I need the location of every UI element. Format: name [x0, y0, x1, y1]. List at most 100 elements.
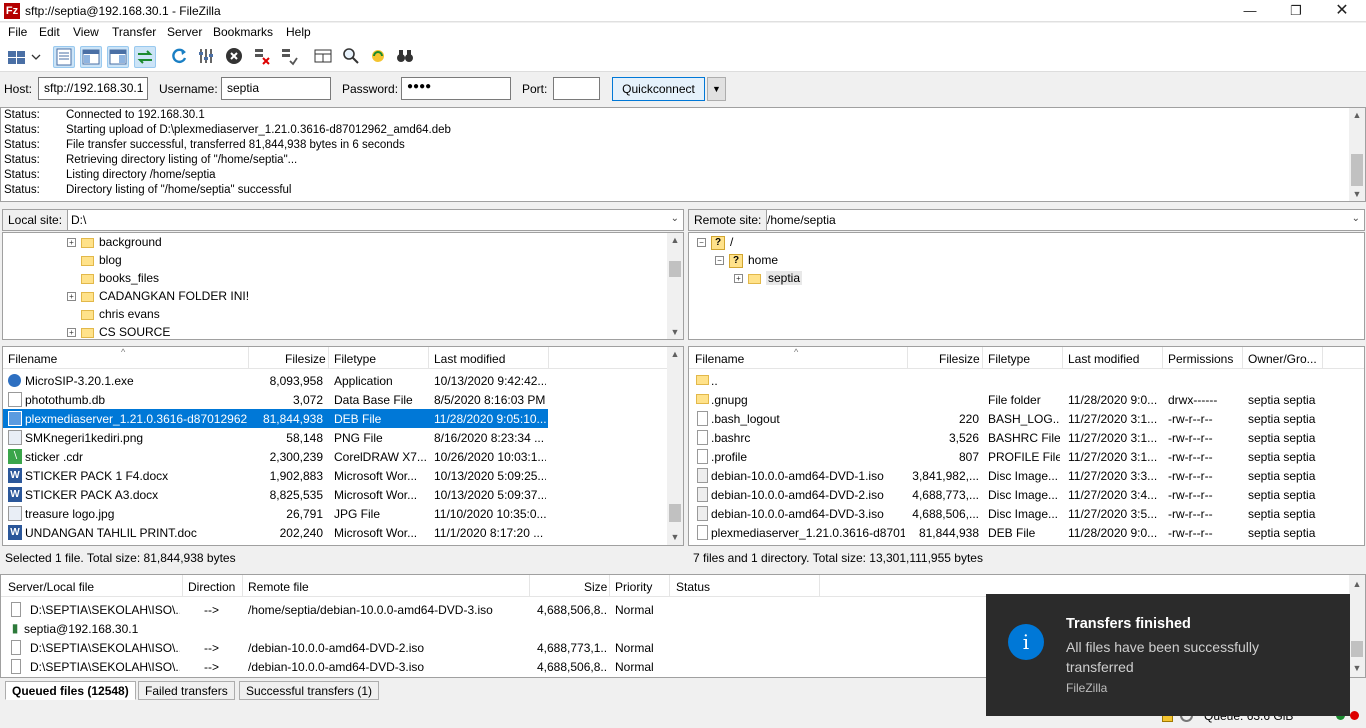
- refresh-icon[interactable]: [168, 46, 190, 68]
- file-row[interactable]: SMKnegeri1kediri.png 58,148 PNG File 8/16/2…: [3, 428, 683, 447]
- local-file-scrollbar[interactable]: ▲ ▼: [667, 347, 683, 545]
- menu-edit[interactable]: Edit: [39, 25, 60, 39]
- file-row[interactable]: treasure logo.jpg 26,791 JPG File 11/10/202…: [3, 504, 683, 523]
- menu-help[interactable]: Help: [286, 25, 311, 39]
- column-filesize[interactable]: Filesize: [939, 352, 980, 366]
- toggle-log-icon[interactable]: [53, 46, 75, 68]
- file-row[interactable]: .profile 807 PROFILE File 11/27/2020 3:1...…: [689, 447, 1364, 466]
- local-tree-scrollbar[interactable]: ▲ ▼: [667, 233, 683, 339]
- toggle-remote-tree-icon[interactable]: [107, 46, 129, 68]
- file-row[interactable]: .gnupg File folder 11/28/2020 9:0... drwx--…: [689, 390, 1364, 409]
- file-row[interactable]: W UNDANGAN TAHLIL PRINT.doc 202,240 Microso…: [3, 523, 683, 542]
- column-priority[interactable]: Priority: [615, 580, 652, 594]
- password-input[interactable]: ●●●●: [401, 77, 511, 100]
- column-server-local-file[interactable]: Server/Local file: [8, 580, 94, 594]
- scroll-up-icon[interactable]: ▲: [1349, 577, 1365, 591]
- tree-item[interactable]: books_files: [81, 271, 159, 289]
- scroll-down-icon[interactable]: ▼: [1349, 187, 1365, 201]
- chevron-down-icon[interactable]: ▼: [707, 77, 726, 101]
- scroll-thumb[interactable]: [669, 261, 681, 277]
- username-input[interactable]: septia: [221, 77, 331, 100]
- chevron-down-icon[interactable]: ⌄: [1352, 213, 1360, 224]
- tree-item[interactable]: + background: [67, 235, 162, 253]
- scroll-down-icon[interactable]: ▼: [667, 530, 683, 544]
- menu-file[interactable]: File: [8, 25, 27, 39]
- tree-item[interactable]: −? /: [697, 235, 733, 253]
- expand-icon[interactable]: +: [67, 328, 76, 338]
- queue-scrollbar[interactable]: ▲ ▼: [1349, 575, 1365, 677]
- tree-item[interactable]: + CS SOURCE: [67, 325, 170, 339]
- search-icon[interactable]: [340, 46, 362, 68]
- notification-toast[interactable]: i Transfers finished All files have been…: [986, 594, 1350, 716]
- disconnect-icon[interactable]: [251, 46, 273, 68]
- file-row[interactable]: .bashrc 3,526 BASHRC File 11/27/2020 3:1...…: [689, 428, 1364, 447]
- column-size[interactable]: Size: [584, 580, 607, 594]
- tree-item[interactable]: blog: [81, 253, 122, 271]
- tree-item[interactable]: + CADANGKAN FOLDER INI!: [67, 289, 249, 307]
- file-row[interactable]: ..: [689, 371, 1364, 390]
- minimize-icon[interactable]: —: [1227, 0, 1273, 22]
- tab-queued-files[interactable]: Queued files (12548): [5, 681, 136, 700]
- toggle-local-tree-icon[interactable]: [80, 46, 102, 68]
- tab-failed-transfers[interactable]: Failed transfers: [138, 681, 235, 700]
- quickconnect-button[interactable]: Quickconnect: [612, 77, 705, 101]
- scroll-thumb[interactable]: [669, 504, 681, 522]
- port-input[interactable]: [553, 77, 600, 100]
- binoculars-icon[interactable]: [394, 46, 416, 68]
- chevron-down-icon[interactable]: ⌄: [671, 213, 679, 224]
- column-filesize[interactable]: Filesize: [285, 352, 326, 366]
- cancel-operation-icon[interactable]: [223, 46, 245, 68]
- column-direction[interactable]: Direction: [188, 580, 235, 594]
- reconnect-icon[interactable]: [278, 46, 300, 68]
- local-site-path[interactable]: D:\: [71, 213, 86, 227]
- restore-icon[interactable]: ❐: [1273, 0, 1319, 22]
- tree-item[interactable]: chris evans: [81, 307, 160, 325]
- scroll-down-icon[interactable]: ▼: [1349, 661, 1365, 675]
- menu-bookmarks[interactable]: Bookmarks: [213, 25, 273, 39]
- column-permissions[interactable]: Permissions: [1168, 352, 1233, 366]
- scroll-down-icon[interactable]: ▼: [667, 325, 683, 339]
- close-icon[interactable]: ✕: [1319, 0, 1365, 22]
- file-row[interactable]: .bash_logout 220 BASH_LOG... 11/27/2020 3:1…: [689, 409, 1364, 428]
- expand-icon[interactable]: +: [734, 274, 743, 284]
- scroll-up-icon[interactable]: ▲: [667, 233, 683, 247]
- tab-successful-transfers[interactable]: Successful transfers (1): [239, 681, 380, 700]
- host-input[interactable]: sftp://192.168.30.1: [38, 77, 148, 100]
- file-row[interactable]: debian-10.0.0-amd64-DVD-2.iso 4,688,773,.…: [689, 485, 1364, 504]
- column-last-modified[interactable]: Last modified: [1068, 352, 1139, 366]
- synchronized-browsing-icon[interactable]: [367, 46, 389, 68]
- menu-transfer[interactable]: Transfer: [112, 25, 156, 39]
- directory-comparison-icon[interactable]: [312, 46, 334, 68]
- column-filename[interactable]: Filename: [695, 352, 744, 366]
- column-last-modified[interactable]: Last modified: [434, 352, 505, 366]
- file-row[interactable]: photothumb.db 3,072 Data Base File 8/5/2020…: [3, 390, 683, 409]
- expand-icon[interactable]: +: [67, 238, 76, 248]
- scroll-thumb[interactable]: [1351, 641, 1363, 657]
- log-scrollbar[interactable]: ▲ ▼: [1349, 108, 1365, 201]
- collapse-icon[interactable]: −: [715, 256, 724, 266]
- column-filetype[interactable]: Filetype: [334, 352, 376, 366]
- remote-site-path[interactable]: /home/septia: [767, 213, 836, 227]
- column-remote-file[interactable]: Remote file: [248, 580, 309, 594]
- filter-icon[interactable]: [195, 46, 217, 68]
- scroll-thumb[interactable]: [1351, 154, 1363, 186]
- file-row[interactable]: W STICKER PACK 1 F4.docx 1,902,883 Microsof…: [3, 466, 683, 485]
- file-row[interactable]: plexmediaserver_1.21.0.3616-d8701... 81,8…: [689, 523, 1364, 542]
- tree-item[interactable]: + septia: [734, 271, 803, 289]
- collapse-icon[interactable]: −: [697, 238, 706, 248]
- menu-view[interactable]: View: [73, 25, 99, 39]
- column-filetype[interactable]: Filetype: [988, 352, 1030, 366]
- file-row[interactable]: debian-10.0.0-amd64-DVD-1.iso 3,841,982,.…: [689, 466, 1364, 485]
- file-row[interactable]: W STICKER PACK A3.docx 8,825,535 Microsoft …: [3, 485, 683, 504]
- file-row[interactable]: debian-10.0.0-amd64-DVD-3.iso 4,688,506,.…: [689, 504, 1364, 523]
- file-row-selected[interactable]: plexmediaserver_1.21.0.3616-d87012962_..…: [3, 409, 548, 428]
- file-row[interactable]: MicroSIP-3.20.1.exe 8,093,958 Application 1…: [3, 371, 683, 390]
- menu-server[interactable]: Server: [167, 25, 202, 39]
- column-filename[interactable]: Filename: [8, 352, 57, 366]
- tree-item[interactable]: −? home: [715, 253, 778, 271]
- scroll-up-icon[interactable]: ▲: [1349, 108, 1365, 122]
- scroll-up-icon[interactable]: ▲: [667, 347, 683, 361]
- toggle-queue-icon[interactable]: [134, 46, 156, 68]
- column-status[interactable]: Status: [676, 580, 710, 594]
- site-manager-icon[interactable]: [5, 46, 41, 68]
